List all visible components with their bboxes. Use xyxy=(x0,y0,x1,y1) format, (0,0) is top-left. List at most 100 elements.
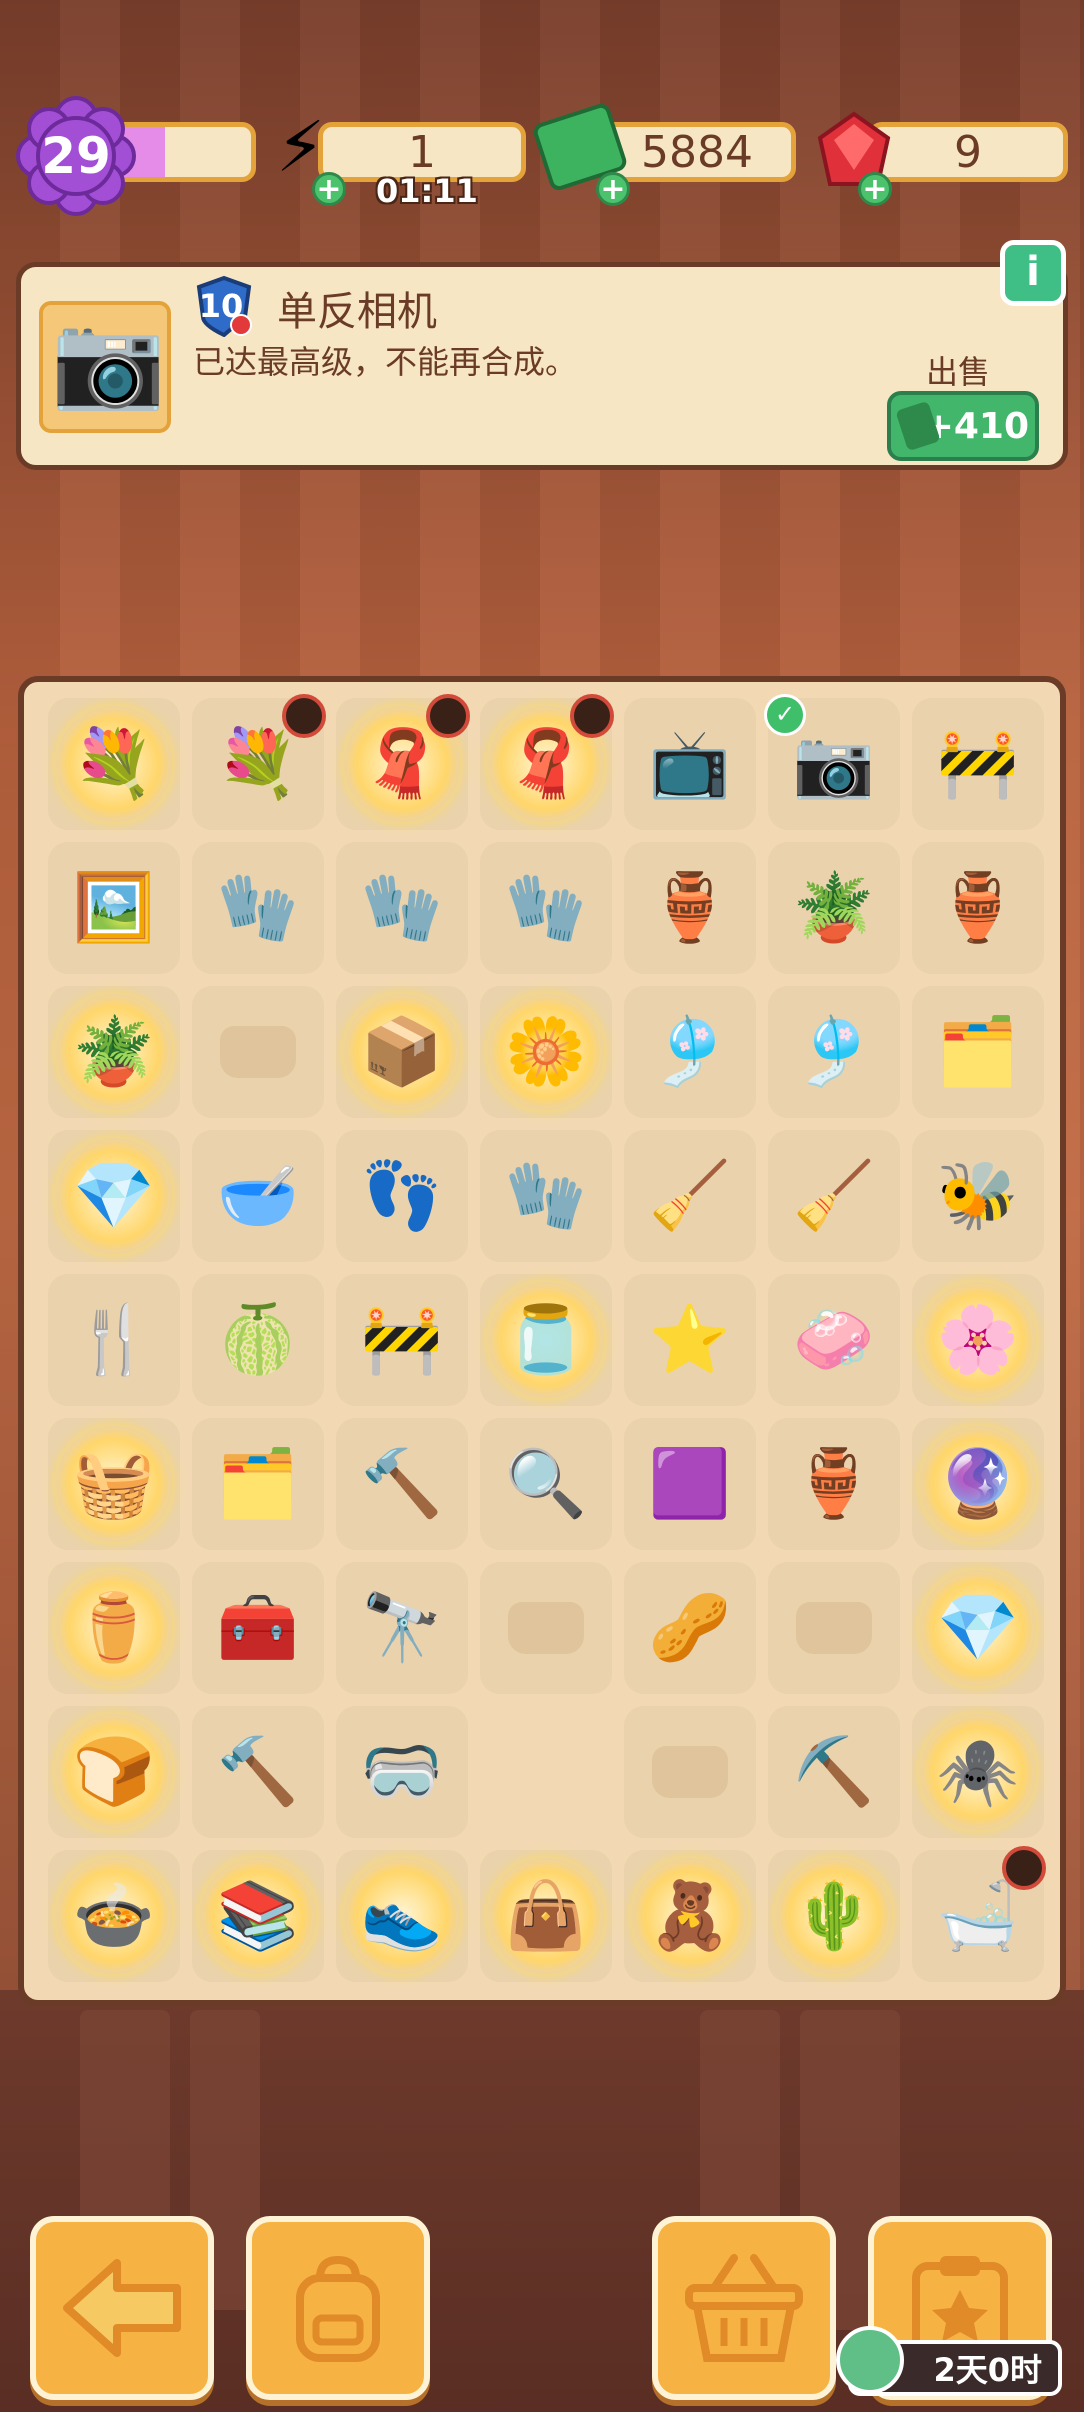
board-cell[interactable]: 🚧 xyxy=(336,1274,468,1406)
board-cell[interactable]: 🕷️ xyxy=(912,1706,1044,1838)
broken-pot-icon: 🏺 xyxy=(648,869,732,946)
board-cell[interactable]: 🏺 xyxy=(768,1418,900,1550)
board-cell[interactable]: 🧤 xyxy=(192,842,324,974)
envelope-folder-icon: 🗂️ xyxy=(936,1013,1020,1090)
shoe-bubble-icon: 👟 xyxy=(360,1877,444,1954)
board-cell[interactable]: 🧤 xyxy=(336,842,468,974)
board-cell[interactable]: 🥣 xyxy=(192,1130,324,1262)
level-badge[interactable]: 29 xyxy=(16,96,136,216)
footprint-bag-icon: 👣 xyxy=(360,1157,444,1234)
board-cell[interactable]: 🧺 xyxy=(48,1418,180,1550)
board-cell[interactable] xyxy=(192,986,324,1118)
board-cell[interactable]: 🛁 xyxy=(912,1846,1046,1982)
board-cell[interactable]: 🟪 xyxy=(624,1418,756,1550)
small-pot-icon: 🏺 xyxy=(792,1445,876,1522)
board-cell[interactable]: 💎 xyxy=(912,1562,1044,1694)
board-cell[interactable]: 🍴 xyxy=(48,1274,180,1406)
board-cell[interactable]: 👟 xyxy=(336,1850,468,1982)
skull-event-icon[interactable] xyxy=(836,2326,904,2394)
board-cell[interactable]: 🌼 xyxy=(480,986,612,1118)
board-cell[interactable]: 🧤 xyxy=(480,842,612,974)
board-cell[interactable]: 🧣 xyxy=(336,694,470,830)
item-thumbnail: 📷 xyxy=(39,301,171,433)
bowl-bubble-icon: 🍲 xyxy=(72,1877,156,1954)
backpack-button[interactable] xyxy=(246,2216,430,2400)
board-cell[interactable]: 🧹 xyxy=(768,1130,900,1262)
board-cell[interactable]: 🔮 xyxy=(912,1418,1044,1550)
board-cell[interactable]: 🫙 xyxy=(480,1274,612,1406)
board-cell[interactable]: 📚 xyxy=(192,1850,324,1982)
board-cell[interactable]: 🔨 xyxy=(192,1706,324,1838)
board-cell[interactable]: 🥜 xyxy=(624,1562,756,1694)
board-cell[interactable]: 🔭 xyxy=(336,1562,468,1694)
event-timer-text: 2天0时 xyxy=(933,2351,1042,2389)
board-cell[interactable]: 💐 xyxy=(48,698,180,830)
board-cell[interactable]: 📦 xyxy=(336,986,468,1118)
jellyfish-large-icon: 🎐 xyxy=(792,1013,876,1090)
empty-slot-placeholder xyxy=(508,1602,584,1654)
board-cell[interactable]: 🧰 xyxy=(192,1562,324,1694)
basket-icon xyxy=(685,2254,803,2362)
board-cell[interactable]: 🏺 xyxy=(624,842,756,974)
board-cell[interactable]: 🍈 xyxy=(192,1274,324,1406)
board-cell[interactable]: 🖼️ xyxy=(48,842,180,974)
board-cell[interactable]: 🗂️ xyxy=(912,986,1044,1118)
basket-button[interactable] xyxy=(652,2216,836,2400)
board-cell[interactable]: 📷 ✓ xyxy=(764,694,900,830)
board-cell[interactable]: 🍲 xyxy=(48,1850,180,1982)
board-cell[interactable]: 🎐 xyxy=(624,986,756,1118)
board-cell[interactable]: 🌸 xyxy=(912,1274,1044,1406)
board-cell[interactable]: 🧹 xyxy=(624,1130,756,1262)
red-glove-icon: 🧤 xyxy=(216,869,300,946)
timer-badge-icon xyxy=(1002,1846,1046,1890)
timer-badge-icon xyxy=(570,694,614,738)
cash-plus-button[interactable]: + xyxy=(596,172,630,206)
board-cell[interactable]: 🧼 xyxy=(768,1274,900,1406)
board-cell[interactable]: 👣 xyxy=(336,1130,468,1262)
board-cell[interactable]: 🏺 xyxy=(912,842,1044,974)
board-cell[interactable]: 🪴 xyxy=(768,842,900,974)
item-info-panel: 📷 10 单反相机 已达最高级，不能再合成。 出售 +410 xyxy=(16,262,1068,470)
board-cell[interactable]: 🧣 xyxy=(480,694,614,830)
board-cell[interactable]: 🔨 xyxy=(336,1418,468,1550)
board-cell[interactable] xyxy=(480,1706,612,1838)
board-cell[interactable]: ⭐ xyxy=(624,1274,756,1406)
board-cell[interactable]: 🪴 xyxy=(48,986,180,1118)
board-cell[interactable]: 🥽 xyxy=(336,1706,468,1838)
diamond-bubble-icon: 💎 xyxy=(936,1589,1020,1666)
empty-slot-placeholder xyxy=(652,1746,728,1798)
timer-badge-icon xyxy=(426,694,470,738)
camera-icon: 📷 xyxy=(792,725,876,802)
board-cell[interactable]: 🚧 xyxy=(912,698,1044,830)
board-cell[interactable]: ⚱️ xyxy=(48,1562,180,1694)
energy-plus-button[interactable]: + xyxy=(312,172,346,206)
back-button[interactable] xyxy=(30,2216,214,2400)
board-cell[interactable] xyxy=(768,1562,900,1694)
board-cell[interactable]: 🌵 xyxy=(768,1850,900,1982)
sell-button[interactable]: +410 xyxy=(887,391,1039,461)
board-cell[interactable]: 🗂️ xyxy=(192,1418,324,1550)
board-cell[interactable]: ⛏️ xyxy=(768,1706,900,1838)
board-cell[interactable]: 💐 xyxy=(192,694,326,830)
hammer-icon: 🔨 xyxy=(216,1733,300,1810)
board-cell[interactable]: 💎 xyxy=(48,1130,180,1262)
board-cell[interactable]: 🧸 xyxy=(624,1850,756,1982)
board-cell[interactable]: 🎐 xyxy=(768,986,900,1118)
board-cell[interactable] xyxy=(624,1706,756,1838)
bee-icon: 🐝 xyxy=(936,1157,1020,1234)
board-cell[interactable]: 📺 xyxy=(624,698,756,830)
green-leaf-icon: 🍈 xyxy=(216,1301,300,1378)
energy-value: 1 xyxy=(408,126,436,178)
backpack-icon xyxy=(296,2255,380,2362)
red-glove-icon: 🧤 xyxy=(504,1157,588,1234)
books-bubble-icon: 📚 xyxy=(216,1877,300,1954)
gem-plus-button[interactable]: + xyxy=(858,172,892,206)
jar-bubble-icon: 🫙 xyxy=(504,1301,588,1378)
board-cell[interactable]: 🍞 xyxy=(48,1706,180,1838)
board-cell[interactable]: 🐝 xyxy=(912,1130,1044,1262)
board-cell[interactable]: 🔍 xyxy=(480,1418,612,1550)
board-cell[interactable]: 🧤 xyxy=(480,1130,612,1262)
info-button[interactable]: i xyxy=(1000,240,1066,306)
board-cell[interactable]: 👜 xyxy=(480,1850,612,1982)
board-cell[interactable] xyxy=(480,1562,612,1694)
